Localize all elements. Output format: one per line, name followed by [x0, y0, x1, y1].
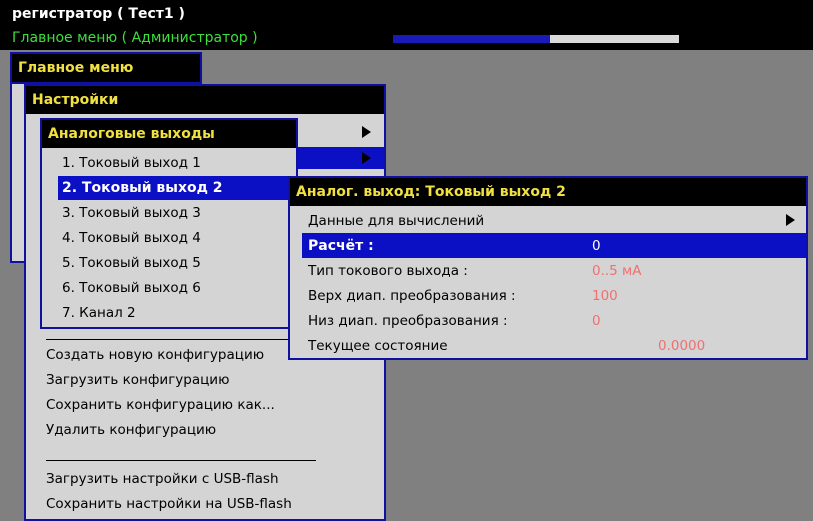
row-calculation-label[interactable]: Расчёт :	[308, 235, 374, 257]
row-current-state-value: 0.0000	[658, 338, 706, 354]
breadcrumb: Главное меню ( Администратор )	[12, 30, 258, 46]
analog-outputs-title: Аналоговые выходы	[42, 120, 296, 148]
output-dialog: Аналог. выход: Токовый выход 2 Данные дл…	[288, 176, 808, 360]
menu-item-create-config[interactable]: Создать новую конфигурацию	[46, 344, 264, 366]
analog-item-6[interactable]: 6. Токовый выход 6	[62, 277, 201, 299]
submenu-arrow-icon	[362, 126, 371, 138]
menu-item-load-config[interactable]: Загрузить конфигурацию	[46, 369, 229, 391]
analog-item-2[interactable]: 2. Токовый выход 2	[62, 177, 223, 199]
row-current-state-label: Текущее состояние	[308, 338, 448, 354]
window-header: регистратор ( Тест1 ) Главное меню ( Адм…	[0, 0, 813, 50]
separator	[46, 339, 316, 340]
main-menu: Главное меню	[10, 52, 202, 84]
app-title: регистратор ( Тест1 )	[12, 6, 185, 22]
analog-item-1[interactable]: 1. Токовый выход 1	[62, 152, 201, 174]
progress-fill	[393, 35, 551, 43]
row-range-bottom-value[interactable]: 0	[592, 310, 601, 332]
submenu-arrow-icon	[362, 152, 371, 164]
analog-item-3[interactable]: 3. Токовый выход 3	[62, 202, 201, 224]
row-calc-data-label[interactable]: Данные для вычислений	[308, 210, 484, 232]
analog-item-7[interactable]: 7. Канал 2	[62, 302, 136, 324]
row-output-type-label: Тип токового выхода :	[308, 263, 468, 279]
dialog-selected-highlight	[302, 233, 806, 258]
settings-menu-title: Настройки	[26, 86, 384, 114]
row-range-bottom-label: Низ диап. преобразования :	[308, 313, 508, 329]
row-range-top-value[interactable]: 100	[592, 285, 618, 307]
main-menu-title[interactable]: Главное меню	[12, 54, 200, 82]
row-output-type-value[interactable]: 0..5 мА	[592, 260, 641, 282]
menu-item-save-config-as[interactable]: Сохранить конфигурацию как...	[46, 394, 275, 416]
menu-item-load-usb[interactable]: Загрузить настройки с USB-flash	[46, 468, 279, 490]
row-range-top-label: Верх диап. преобразования :	[308, 288, 516, 304]
menu-item-save-usb[interactable]: Сохранить настройки на USB-flash	[46, 493, 292, 515]
analog-item-4[interactable]: 4. Токовый выход 4	[62, 227, 201, 249]
menu-item-delete-config[interactable]: Удалить конфигурацию	[46, 419, 216, 441]
output-dialog-title: Аналог. выход: Токовый выход 2	[290, 178, 806, 206]
progress-bar	[393, 35, 679, 43]
analog-item-5[interactable]: 5. Токовый выход 5	[62, 252, 201, 274]
separator	[46, 460, 316, 461]
row-calculation-value[interactable]: 0	[592, 235, 601, 257]
submenu-arrow-icon	[786, 214, 795, 226]
analog-outputs-menu: Аналоговые выходы 1. Токовый выход 1 2. …	[40, 118, 298, 329]
